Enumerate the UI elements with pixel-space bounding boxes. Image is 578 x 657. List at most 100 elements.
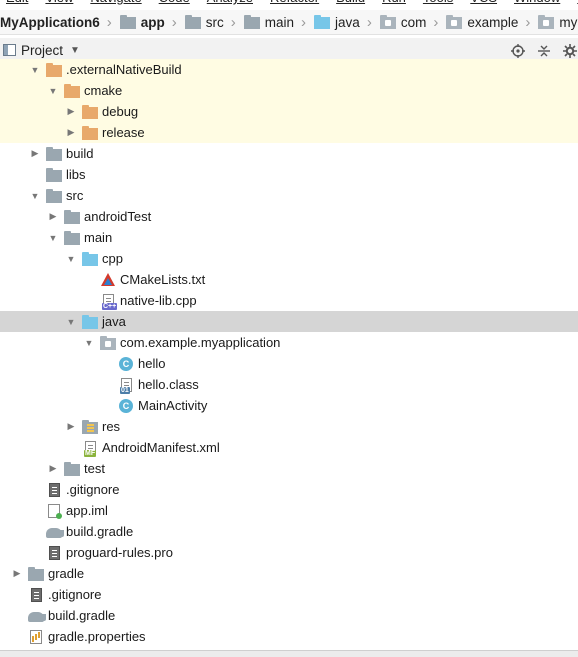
expand-arrow-right-icon[interactable]: ▶ xyxy=(64,416,78,437)
menu-item-view[interactable]: View xyxy=(45,0,73,5)
tree-node-label: src xyxy=(66,188,84,203)
breadcrumb-item-src[interactable]: src xyxy=(184,14,224,30)
breadcrumb-item-example[interactable]: example xyxy=(446,14,518,30)
tree-node-gitignore[interactable]: .gitignore xyxy=(0,584,578,605)
tree-node-proguard-rules-pro[interactable]: proguard-rules.pro xyxy=(0,542,578,563)
tree-node-label: cmake xyxy=(84,83,123,98)
tree-node-src[interactable]: ▼ src xyxy=(0,185,578,206)
package-icon xyxy=(446,14,463,30)
package-icon xyxy=(379,14,396,30)
menu-item-navigate[interactable]: Navigate xyxy=(90,0,141,5)
arrow-spacer xyxy=(82,269,96,290)
tree-node-gradle[interactable]: ▶ gradle xyxy=(0,563,578,584)
menu-item-tools[interactable]: Tools xyxy=(423,0,453,5)
status-bar xyxy=(0,650,578,657)
tree-node-label: .gitignore xyxy=(66,482,120,497)
breadcrumb-label: app xyxy=(140,14,165,30)
breadcrumb-item-com[interactable]: com xyxy=(379,14,426,30)
source-folder-icon xyxy=(314,14,331,30)
tree-node-hello-class[interactable]: 01 hello.class xyxy=(0,374,578,395)
expand-arrow-right-icon[interactable]: ▶ xyxy=(64,101,78,122)
tree-node-com-example-myapplication[interactable]: ▼ com.example.myapplication xyxy=(0,332,578,353)
menu-item-build[interactable]: Build xyxy=(336,0,365,5)
blue-folder-icon xyxy=(82,251,98,267)
breadcrumb-separator-icon: › xyxy=(106,13,112,31)
expand-arrow-right-icon[interactable]: ▶ xyxy=(64,122,78,143)
collapse-all-icon[interactable] xyxy=(536,43,552,59)
breadcrumb-label: MyApplication6 xyxy=(0,14,100,30)
expand-arrow-down-icon[interactable]: ▼ xyxy=(46,80,60,101)
tree-node-hello[interactable]: Chello xyxy=(0,353,578,374)
tree-node-label: app.iml xyxy=(66,503,108,518)
expand-arrow-down-icon[interactable]: ▼ xyxy=(82,332,96,353)
tree-node-build-gradle[interactable]: build.gradle xyxy=(0,521,578,542)
expand-arrow-right-icon[interactable]: ▶ xyxy=(46,458,60,479)
breadcrumb-label: example xyxy=(467,14,519,30)
expand-arrow-down-icon[interactable]: ▼ xyxy=(28,59,42,80)
arrow-spacer xyxy=(10,584,24,605)
locate-target-icon[interactable] xyxy=(510,43,526,59)
project-view-label: Project xyxy=(21,42,64,58)
expand-arrow-down-icon[interactable]: ▼ xyxy=(28,185,42,206)
package-icon xyxy=(538,14,555,30)
expand-arrow-down-icon[interactable]: ▼ xyxy=(46,227,60,248)
tree-node-native-lib-cpp[interactable]: C++ native-lib.cpp xyxy=(0,290,578,311)
expand-arrow-right-icon[interactable]: ▶ xyxy=(28,143,42,164)
tree-node-externalnativebuild[interactable]: ▼ .externalNativeBuild xyxy=(0,59,578,80)
breadcrumb-separator-icon: › xyxy=(230,13,236,31)
breadcrumb-item-app[interactable]: app xyxy=(119,14,165,30)
tree-node-release[interactable]: ▶ release xyxy=(0,122,578,143)
menu-item-run[interactable]: Run xyxy=(382,0,406,5)
arrow-spacer xyxy=(10,626,24,647)
breadcrumb-item-myapplication6[interactable]: MyApplication6 xyxy=(0,15,100,30)
tree-node-gradle-properties[interactable]: gradle.properties xyxy=(0,626,578,647)
tree-node-label: res xyxy=(102,419,121,434)
expand-arrow-right-icon[interactable]: ▶ xyxy=(10,563,24,584)
tree-node-debug[interactable]: ▶ debug xyxy=(0,101,578,122)
menu-item-vcs[interactable]: VCS xyxy=(470,0,497,5)
menu-item-refactor[interactable]: Refactor xyxy=(270,0,319,5)
tree-node-label: libs xyxy=(66,167,86,182)
expand-arrow-down-icon[interactable]: ▼ xyxy=(64,248,78,269)
tree-node-androidmanifest-xml[interactable]: MF AndroidManifest.xml xyxy=(0,437,578,458)
project-view-selector[interactable]: Project ▼ xyxy=(3,43,80,58)
breadcrumb-label: java xyxy=(335,14,360,30)
breadcrumb-separator-icon: › xyxy=(366,13,372,31)
tree-node-gitignore[interactable]: .gitignore xyxy=(0,479,578,500)
tree-node-label: MainActivity xyxy=(138,398,208,413)
tree-node-res[interactable]: ▶ res xyxy=(0,416,578,437)
settings-gear-icon[interactable] xyxy=(562,43,578,59)
expand-arrow-down-icon[interactable]: ▼ xyxy=(64,311,78,332)
tree-node-java[interactable]: ▼ java xyxy=(0,311,578,332)
tree-node-cmakelists-txt[interactable]: CMakeLists.txt xyxy=(0,269,578,290)
arrow-spacer xyxy=(10,605,24,626)
grey-folder-icon xyxy=(28,566,44,582)
tree-node-cpp[interactable]: ▼ cpp xyxy=(0,248,578,269)
menu-item-code[interactable]: Code xyxy=(159,0,190,5)
tree-node-libs[interactable]: libs xyxy=(0,164,578,185)
tree-node-main[interactable]: ▼ main xyxy=(0,227,578,248)
breadcrumb-item-myapplication[interactable]: myapplication xyxy=(538,14,578,30)
tree-node-build[interactable]: ▶ build xyxy=(0,143,578,164)
tree-node-app-iml[interactable]: app.iml xyxy=(0,500,578,521)
tree-node-cmake[interactable]: ▼ cmake xyxy=(0,80,578,101)
breadcrumb-label: src xyxy=(205,14,224,30)
tree-node-build-gradle[interactable]: build.gradle xyxy=(0,605,578,626)
expand-arrow-right-icon[interactable]: ▶ xyxy=(46,206,60,227)
breadcrumb-item-main[interactable]: main xyxy=(243,14,294,30)
breadcrumb-item-java[interactable]: java xyxy=(314,14,360,30)
folder-icon xyxy=(184,14,201,30)
menu-item-analyze[interactable]: Analyze xyxy=(207,0,253,5)
grey-folder-icon xyxy=(46,167,62,183)
menu-item-window[interactable]: Window xyxy=(514,0,560,5)
menu-item-edit[interactable]: Edit xyxy=(6,0,28,5)
tree-node-mainactivity[interactable]: C MainActivity xyxy=(0,395,578,416)
project-icon xyxy=(3,44,16,56)
tree-node-label: build xyxy=(66,146,94,161)
properties-file-icon xyxy=(28,629,44,645)
tree-node-label: release xyxy=(102,125,145,140)
menu-bar: Edit View Navigate Code Analyze Refactor Build… xyxy=(0,0,578,5)
tree-node-test[interactable]: ▶ test xyxy=(0,458,578,479)
arrow-spacer xyxy=(28,479,42,500)
tree-node-androidtest[interactable]: ▶ androidTest xyxy=(0,206,578,227)
